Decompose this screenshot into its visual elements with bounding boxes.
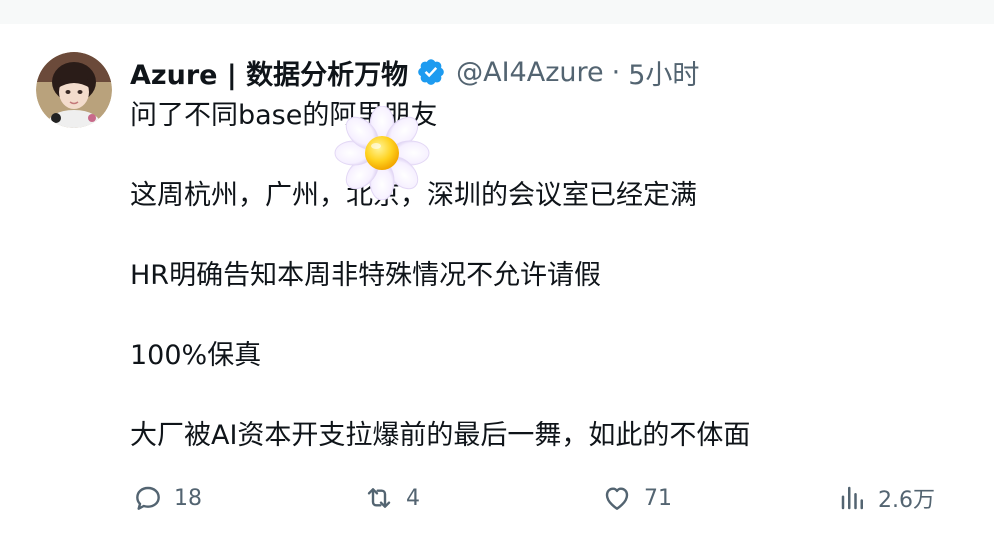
reply-button[interactable]: 18: [132, 478, 202, 518]
tweet-text-line-5: 大厂被AI资本开支拉爆前的最后一舞，如此的不体面: [130, 420, 751, 451]
views-count: 2.6万: [878, 488, 935, 513]
top-background-strip: [0, 0, 994, 24]
tweet-header: Azure | 数据分析万物 @AI4Azure · 5小时: [130, 52, 699, 92]
avatar[interactable]: [36, 52, 112, 128]
retweet-icon: [362, 482, 396, 514]
like-count: 71: [644, 485, 672, 511]
post-time[interactable]: 5小时: [628, 53, 699, 92]
author-handle[interactable]: @AI4Azure: [456, 57, 604, 88]
retweet-count: 4: [406, 485, 420, 511]
tweet-text-line-3: HR明确告知本周非特殊情况不允许请假: [130, 260, 602, 291]
daisy-sticker-icon: [332, 105, 432, 201]
like-button[interactable]: 71: [600, 478, 672, 518]
like-icon: [600, 482, 634, 514]
author-display-name[interactable]: Azure | 数据分析万物: [130, 53, 408, 92]
retweet-button[interactable]: 4: [362, 478, 420, 518]
reply-icon: [132, 482, 164, 514]
avatar-image: [36, 52, 112, 128]
reply-count: 18: [174, 485, 202, 511]
verified-badge-icon[interactable]: [416, 57, 446, 87]
header-separator: ·: [611, 56, 621, 88]
views-button[interactable]: 2.6万: [838, 478, 935, 518]
views-icon: [838, 482, 868, 514]
tweet-text-line-4: 100%保真: [130, 340, 262, 371]
